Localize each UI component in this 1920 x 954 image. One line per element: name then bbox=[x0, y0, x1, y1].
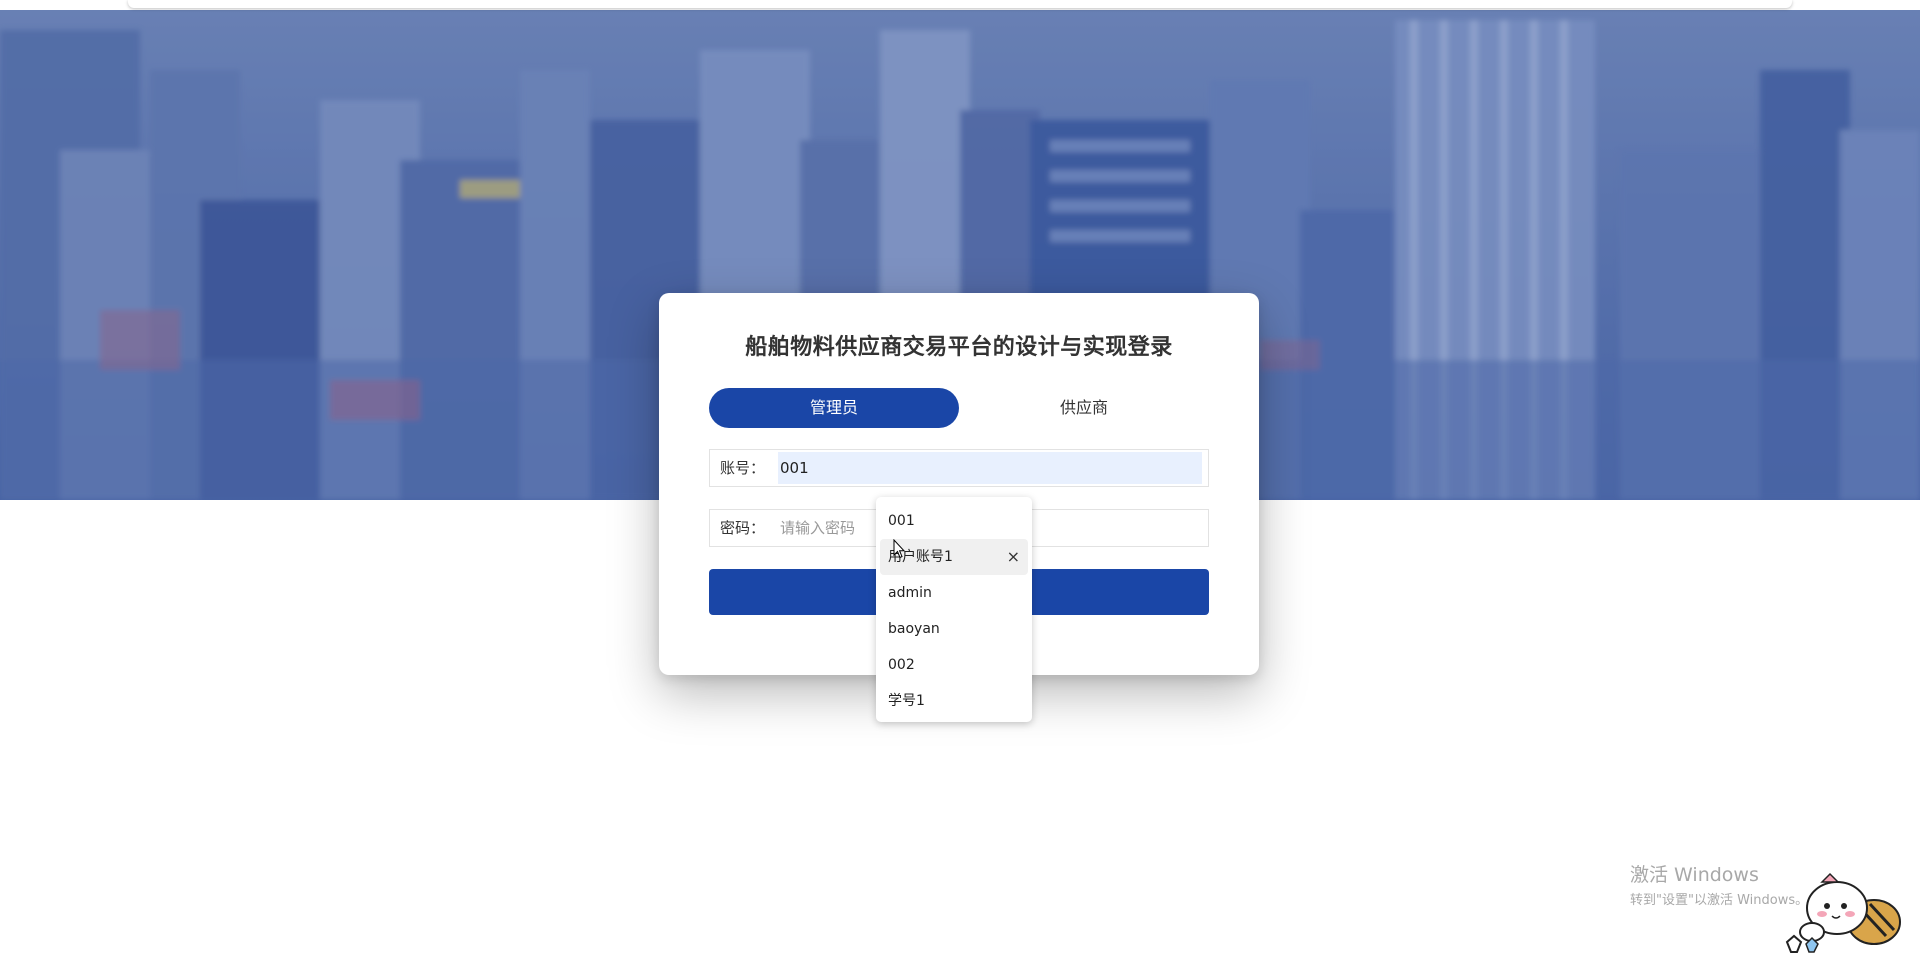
autocomplete-item-label: admin bbox=[888, 585, 932, 601]
autocomplete-item-label: 001 bbox=[888, 513, 915, 529]
top-nav-bar bbox=[128, 0, 1792, 8]
autocomplete-item[interactable]: 学号1 bbox=[880, 683, 1028, 719]
tab-admin[interactable]: 管理员 bbox=[709, 388, 959, 428]
login-title: 船舶物料供应商交易平台的设计与实现登录 bbox=[745, 335, 1173, 360]
close-icon[interactable]: × bbox=[1007, 539, 1020, 575]
tab-supplier[interactable]: 供应商 bbox=[959, 388, 1209, 428]
autocomplete-item-label: 学号1 bbox=[888, 693, 925, 709]
autocomplete-item-label: 002 bbox=[888, 657, 915, 673]
autocomplete-item-label: baoyan bbox=[888, 621, 940, 637]
autocomplete-item[interactable]: baoyan bbox=[880, 611, 1028, 647]
autocomplete-item[interactable]: 002 bbox=[880, 647, 1028, 683]
account-input[interactable] bbox=[778, 452, 1202, 484]
account-autocomplete-dropdown: 001 用户账号1 × admin baoyan 002 学号1 bbox=[876, 497, 1032, 722]
arrow-cursor-icon bbox=[893, 539, 905, 559]
role-tabs: 管理员 供应商 bbox=[709, 388, 1209, 428]
password-label: 密码： bbox=[720, 519, 766, 537]
autocomplete-item[interactable]: admin bbox=[880, 575, 1028, 611]
mascot-sticker-icon bbox=[1785, 872, 1901, 953]
account-label: 账号： bbox=[720, 459, 766, 477]
autocomplete-item[interactable]: 001 bbox=[880, 503, 1028, 539]
account-field: 账号： bbox=[709, 449, 1209, 487]
